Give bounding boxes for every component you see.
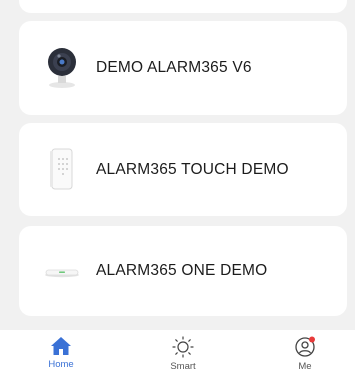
sun-icon xyxy=(172,336,194,358)
tab-home[interactable]: Home xyxy=(31,336,91,380)
bottom-tab-bar: Home Smart Me xyxy=(0,330,355,381)
device-name: DEMO ALARM365 V6 xyxy=(96,59,252,76)
camera-device-icon xyxy=(44,43,80,93)
device-name: ALARM365 TOUCH DEMO xyxy=(96,160,289,178)
device-card[interactable]: ALARM365 TOUCH DEMO xyxy=(19,123,347,216)
tab-me-label: Me xyxy=(298,361,312,372)
device-list-screen: DEMO ALARM365 V6 ALARM365 TOUCH DEMO ALA… xyxy=(0,0,355,381)
notification-badge xyxy=(309,336,315,343)
tab-home-label: Home xyxy=(48,359,74,370)
device-card[interactable]: DEMO ALARM365 V6 xyxy=(19,21,347,115)
hub-device-icon xyxy=(44,246,80,296)
device-name: ALARM365 ONE DEMO xyxy=(96,262,268,279)
keypad-device-icon xyxy=(44,145,80,195)
tab-smart-label: Smart xyxy=(170,361,196,372)
device-card[interactable]: ALARM365 ONE DEMO xyxy=(19,226,347,316)
tab-smart[interactable]: Smart xyxy=(153,336,213,380)
device-card-partial[interactable] xyxy=(19,0,347,13)
home-icon xyxy=(51,337,71,355)
user-profile-icon xyxy=(295,336,315,357)
tab-me[interactable]: Me xyxy=(275,336,335,380)
